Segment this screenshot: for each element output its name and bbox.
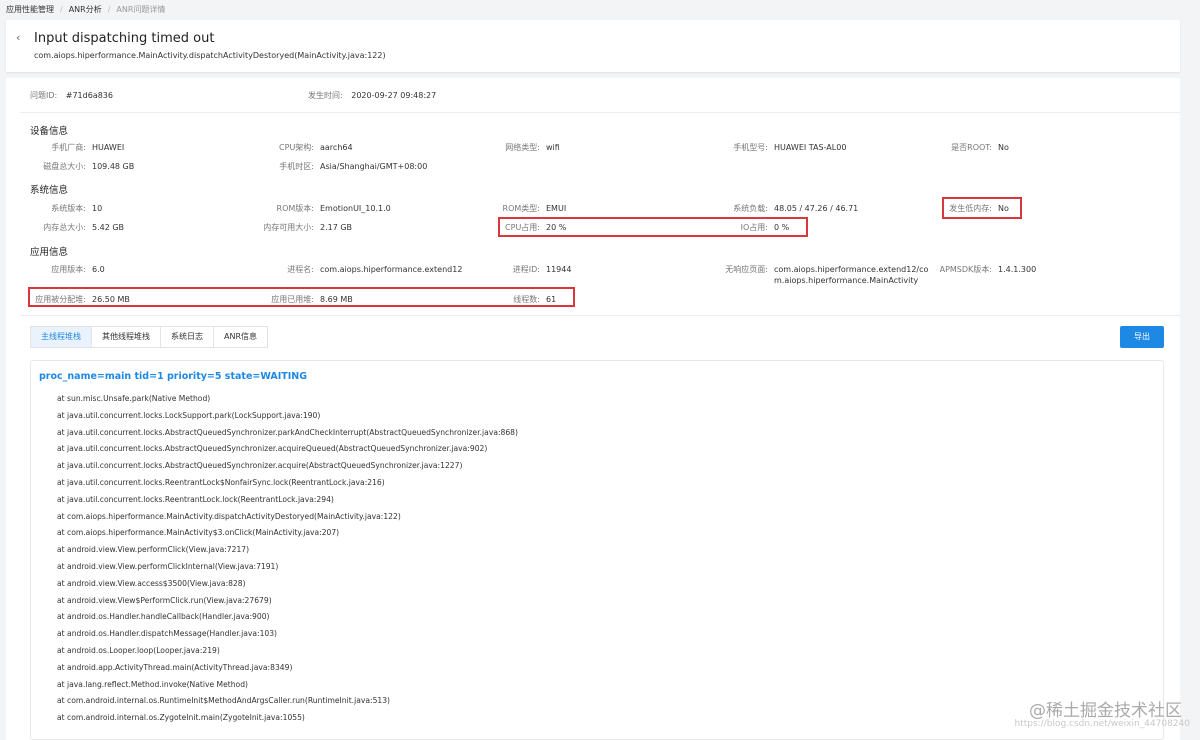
section-title-app: 应用信息 [30, 247, 69, 258]
divider [20, 112, 1180, 113]
stack-trace-line: at java.util.concurrent.locks.ReentrantL… [57, 477, 385, 487]
section-title-device: 设备信息 [30, 126, 69, 137]
stack-trace-list: at sun.misc.Unsafe.park(Native Method) at… [57, 391, 518, 727]
field-timezone: 手机时区: Asia/Shanghai/GMT+08:00 [279, 162, 428, 171]
breadcrumb-item-anr[interactable]: ANR分析 [69, 4, 102, 15]
stack-trace-line: at android.view.View$PerformClick.run(Vi… [57, 595, 272, 605]
breadcrumb-item-apm[interactable]: 应用性能管理 [6, 4, 54, 15]
field-phone-model: 手机型号: HUAWEI TAS-AL00 [733, 143, 847, 152]
stack-trace-line: at java.util.concurrent.locks.AbstractQu… [57, 461, 463, 471]
field-process-id: 进程ID: 11944 [512, 265, 572, 274]
breadcrumb-item-current: ANR问题详情 [116, 5, 166, 14]
field-process-name: 进程名: com.aiops.hiperformance.extend12 [287, 265, 463, 274]
field-rom-version: ROM版本: EmotionUI_10.1.0 [276, 204, 391, 213]
issue-time-field: 发生时间: 2020-09-27 09:48:27 [308, 90, 436, 101]
stack-trace-line: at java.lang.reflect.Method.invoke(Nativ… [57, 679, 248, 689]
highlight-box-low-memory [942, 197, 1022, 219]
field-disk-size: 磁盘总大小: 109.48 GB [43, 162, 135, 171]
stack-trace-line: at com.aiops.hiperformance.MainActivity.… [57, 511, 401, 521]
tab-system-log[interactable]: 系统日志 [160, 326, 214, 348]
stack-trace-line: at android.app.ActivityThread.main(Activ… [57, 662, 293, 672]
highlight-box-heap-threads [28, 287, 575, 307]
field-rom-type: ROM类型: EMUI [502, 204, 567, 213]
tab-anr-info[interactable]: ANR信息 [213, 326, 269, 348]
issue-time-label: 发生时间: [308, 91, 343, 100]
field-anr-page: 无响应页面: com.aiops.hiperformance.extend12/c… [725, 265, 929, 285]
watermark: @稀土掘金技术社区 [1029, 701, 1182, 721]
watermark-url: https://blog.csdn.net/weixin_44708240 [1014, 719, 1190, 729]
field-system-load: 系统负载: 48.05 / 47.26 / 46.71 [733, 204, 859, 213]
stack-trace-line: at java.util.concurrent.locks.ReentrantL… [57, 494, 334, 504]
field-network-type: 网络类型: wifi [505, 143, 560, 152]
page-title: Input dispatching timed out [34, 31, 215, 46]
stack-trace-line: at android.view.View.performClick(View.j… [57, 545, 250, 555]
chevron-left-icon[interactable]: ‹ [16, 32, 26, 44]
field-available-memory: 内存可用大小: 2.17 GB [263, 223, 353, 232]
stack-trace-line: at android.os.Handler.handleCallback(Han… [57, 612, 270, 622]
stack-trace-line: at java.util.concurrent.locks.AbstractQu… [57, 427, 518, 437]
field-cpu-arch: CPU架构: aarch64 [279, 143, 353, 152]
section-title-system: 系统信息 [30, 185, 69, 196]
tab-bar: 主线程堆栈 其他线程堆栈 系统日志 ANR信息 [30, 326, 269, 348]
stack-trace-line: at java.util.concurrent.locks.AbstractQu… [57, 444, 488, 454]
issue-id-value: #71d6a836 [65, 91, 113, 100]
stack-trace-line: at sun.misc.Unsafe.park(Native Method) [57, 394, 211, 403]
field-os-version: 系统版本: 10 [51, 204, 103, 213]
stack-trace-line: at com.android.internal.os.RuntimeInit$M… [57, 696, 391, 706]
stack-trace-header: proc_name=main tid=1 priority=5 state=WA… [39, 371, 308, 382]
field-manufacturer: 手机厂商: HUAWEI [51, 143, 125, 152]
breadcrumb-separator: / [60, 5, 63, 14]
field-total-memory: 内存总大小: 5.42 GB [43, 223, 125, 232]
export-button[interactable]: 导出 [1120, 326, 1164, 348]
page-subtitle: com.aiops.hiperformance.MainActivity.dis… [34, 51, 386, 60]
stack-trace-line: at android.os.Looper.loop(Looper.java:21… [57, 645, 220, 655]
stack-trace-line: at com.android.internal.os.ZygoteInit.ma… [57, 713, 305, 723]
breadcrumb: 应用性能管理 / ANR分析 / ANR问题详情 [6, 4, 165, 15]
stack-trace-panel: proc_name=main tid=1 priority=5 state=WA… [30, 360, 1164, 740]
tab-main-thread-stack[interactable]: 主线程堆栈 [30, 326, 92, 348]
issue-id-label: 问题ID: [30, 91, 58, 100]
issue-id-field: 问题ID: #71d6a836 [30, 90, 113, 101]
main-card: 问题ID: #71d6a836 发生时间: 2020-09-27 09:48:2… [6, 78, 1180, 740]
field-is-root: 是否ROOT: No [951, 143, 1009, 152]
stack-trace-line: at android.view.View.access$3500(View.ja… [57, 578, 246, 588]
tab-other-thread-stack[interactable]: 其他线程堆栈 [91, 326, 161, 348]
stack-trace-line: at java.util.concurrent.locks.LockSuppor… [57, 410, 321, 420]
issue-time-value: 2020-09-27 09:48:27 [351, 91, 437, 100]
stack-trace-line: at android.os.Handler.dispatchMessage(Ha… [57, 629, 278, 639]
field-apmsdk-version: APMSDK版本: 1.4.1.300 [939, 265, 1037, 274]
field-app-version: 应用版本: 6.0 [51, 265, 105, 274]
divider [20, 315, 1180, 316]
header-card: ‹ Input dispatching timed out com.aiops.… [6, 20, 1180, 72]
stack-trace-line: at android.view.View.performClickInterna… [57, 561, 279, 571]
stack-trace-line: at com.aiops.hiperformance.MainActivity$… [57, 528, 340, 538]
highlight-box-cpu-io [498, 217, 808, 237]
breadcrumb-separator: / [107, 5, 111, 14]
